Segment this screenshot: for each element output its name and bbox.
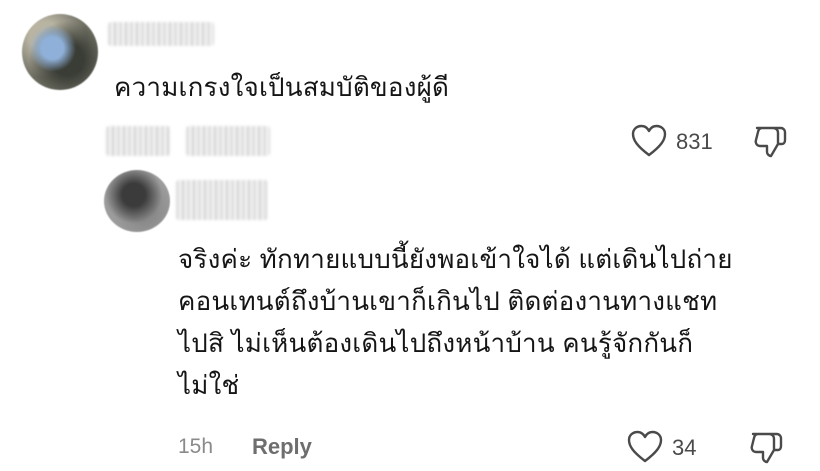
reply-text: จริงค่ะ ทักทายแบบนี้ยังพอเข้าใจได้ แต่เด… bbox=[178, 238, 733, 406]
reply-text-line: จริงค่ะ ทักทายแบบนี้ยังพอเข้าใจได้ แต่เด… bbox=[178, 244, 733, 274]
avatar[interactable] bbox=[22, 14, 98, 90]
reply-avatar[interactable] bbox=[104, 170, 170, 232]
comment-meta-blurred bbox=[106, 126, 170, 156]
thumb-down-icon[interactable] bbox=[752, 124, 788, 160]
like-count: 831 bbox=[676, 129, 713, 154]
comment-text: ความเกรงใจเป็นสมบัติของผู้ดี bbox=[114, 72, 450, 102]
heart-icon[interactable] bbox=[631, 124, 667, 158]
reply-like-count: 34 bbox=[672, 435, 697, 460]
reply-timestamp: 15h bbox=[178, 435, 214, 458]
username-blurred[interactable] bbox=[108, 22, 214, 46]
reply-username-blurred[interactable] bbox=[176, 180, 268, 220]
reply-text-line: ไปสิ ไม่เห็นต้องเดินไปถึงหน้าบ้าน คนรู้จ… bbox=[178, 328, 694, 358]
heart-icon[interactable] bbox=[627, 430, 663, 464]
reply-button[interactable]: Reply bbox=[252, 434, 312, 460]
thumb-down-icon[interactable] bbox=[748, 430, 784, 466]
reply-button-blurred[interactable] bbox=[186, 126, 270, 156]
reply-text-line: คอนเทนต์ถึงบ้านเขาก็เกินไป ติดต่องานทางแ… bbox=[178, 286, 718, 316]
reply-text-line: ไม่ใช่ bbox=[178, 370, 240, 400]
